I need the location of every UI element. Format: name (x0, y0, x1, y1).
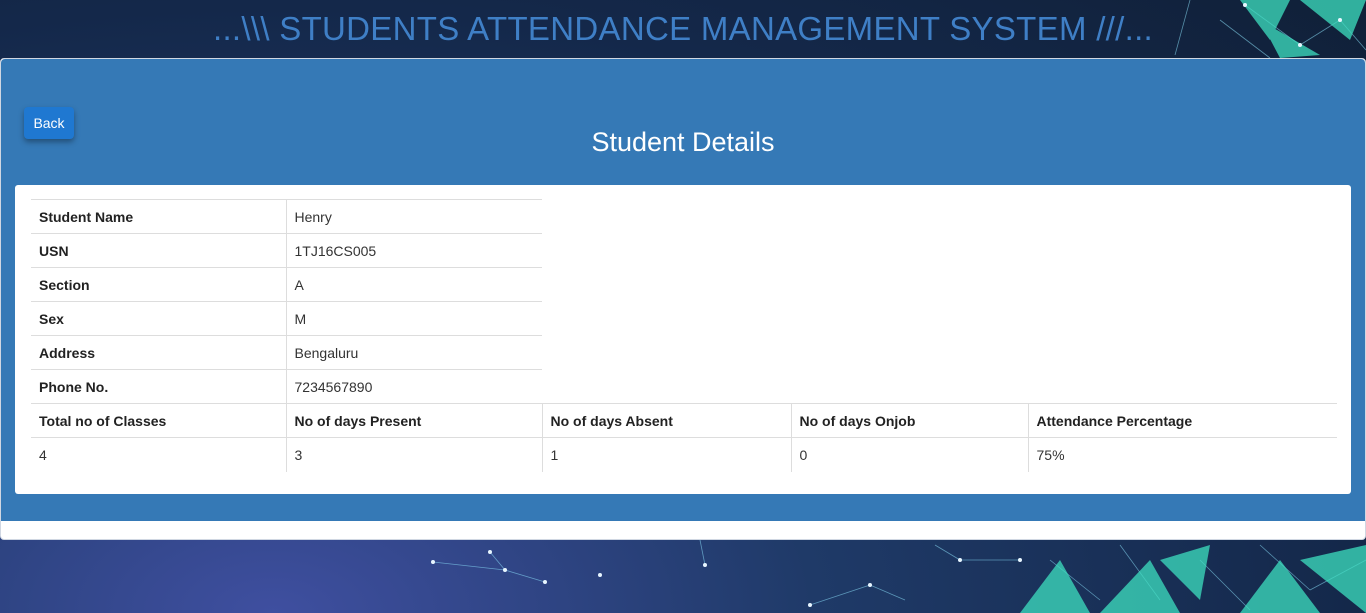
table-row: Address Bengaluru (31, 335, 1337, 370)
usn-value: 1TJ16CS005 (285, 233, 542, 268)
table-row: Phone No. 7234567890 (31, 369, 1337, 404)
address-value: Bengaluru (285, 335, 542, 370)
table-row: Student Name Henry (31, 199, 1337, 234)
days-onjob-value: 0 (790, 437, 1028, 472)
address-label: Address (31, 335, 286, 370)
total-classes-value: 4 (31, 437, 286, 472)
usn-label: USN (31, 233, 286, 268)
days-present-value: 3 (285, 437, 542, 472)
attendance-header-row: Total no of Classes No of days Present N… (31, 403, 1337, 438)
student-details-table: Student Name Henry USN 1TJ16CS005 Sectio… (31, 199, 1337, 472)
days-onjob-header: No of days Onjob (790, 403, 1028, 438)
phone-label: Phone No. (31, 369, 286, 404)
days-present-header: No of days Present (285, 403, 542, 438)
attendance-percentage-header: Attendance Percentage (1027, 403, 1337, 438)
table-row: Sex M (31, 301, 1337, 336)
app-title: ...\\\ STUDENTS ATTENDANCE MANAGEMENT SY… (212, 10, 1154, 47)
table-row: Section A (31, 267, 1337, 302)
page-title: Student Details (591, 127, 775, 157)
attendance-value-row: 4 3 1 0 75% (31, 437, 1337, 472)
attendance-percentage-value: 75% (1027, 437, 1337, 472)
phone-value: 7234567890 (285, 369, 542, 404)
student-details-card: Back Student Details Student Name Henry … (0, 58, 1366, 540)
sex-value: M (285, 301, 542, 336)
name-value: Henry (285, 199, 542, 234)
sex-label: Sex (31, 301, 286, 336)
table-row: USN 1TJ16CS005 (31, 233, 1337, 268)
details-panel: Student Name Henry USN 1TJ16CS005 Sectio… (15, 185, 1351, 494)
name-label: Student Name (31, 199, 286, 234)
total-classes-header: Total no of Classes (31, 403, 286, 438)
section-label: Section (31, 267, 286, 302)
section-value: A (285, 267, 542, 302)
days-absent-value: 1 (541, 437, 791, 472)
days-absent-header: No of days Absent (541, 403, 791, 438)
card-header: Back Student Details Student Name Henry … (1, 59, 1365, 521)
